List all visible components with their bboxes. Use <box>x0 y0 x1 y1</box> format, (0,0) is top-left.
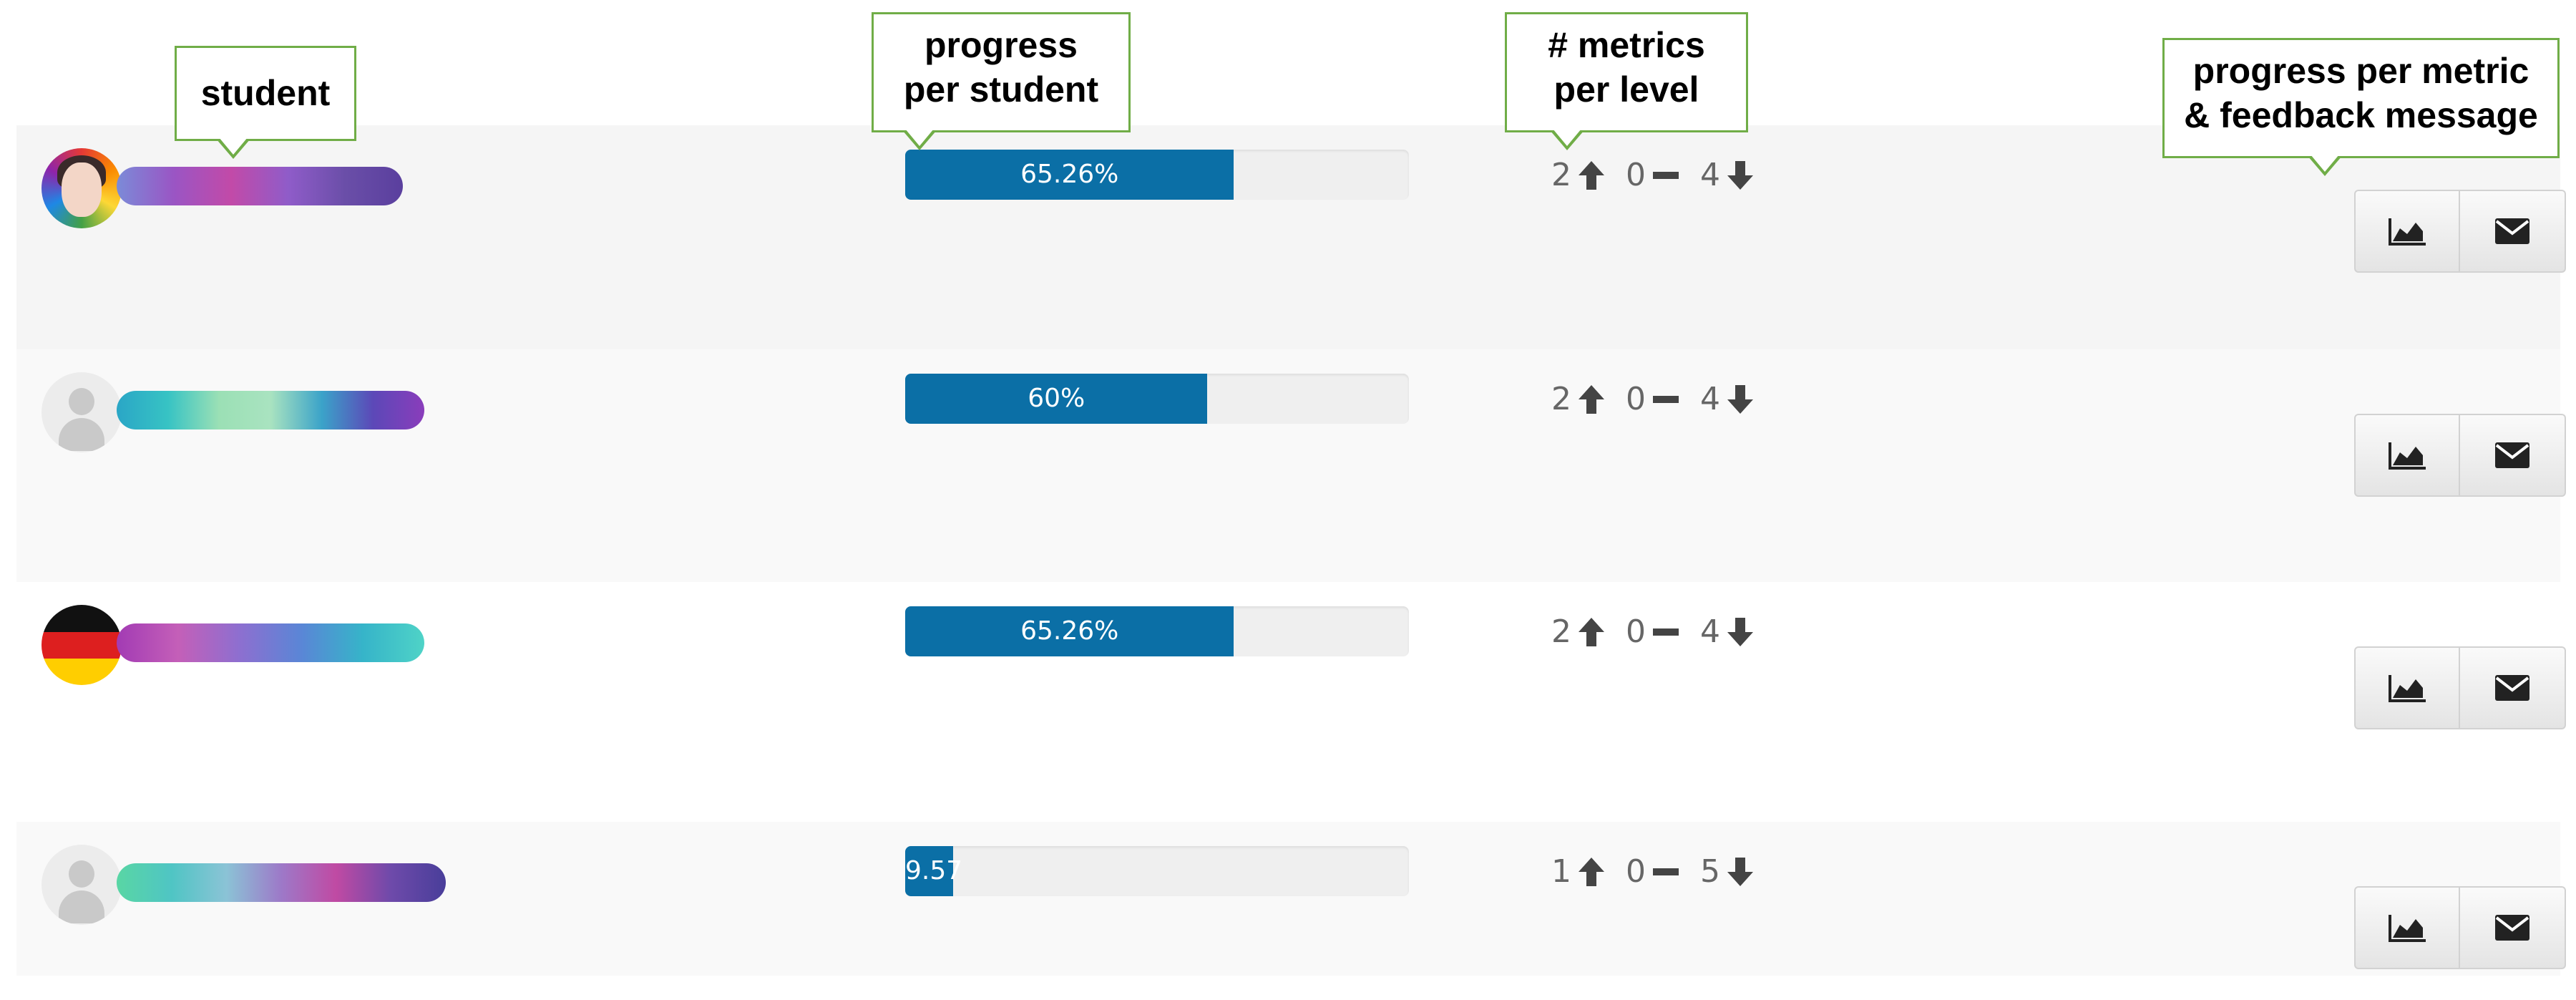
callout-progress-per-student: progress per student <box>872 12 1131 150</box>
feedback-message-button[interactable] <box>2460 646 2566 729</box>
area-chart-icon <box>2389 442 2426 470</box>
metrics-per-level: 2 0 4 <box>1551 157 1775 193</box>
envelope-icon <box>2495 675 2529 701</box>
callout-student-text: student <box>200 73 331 113</box>
student-name-redacted <box>117 863 446 902</box>
metrics-per-level: 2 0 4 <box>1551 613 1775 650</box>
progress-per-metric-button[interactable] <box>2354 190 2460 273</box>
row-actions <box>2354 646 2566 729</box>
progress-fill: 65.26% <box>905 606 1234 656</box>
callout-metrics-line1: # metrics <box>1548 25 1705 65</box>
progress-fill: 9.57 <box>905 846 962 896</box>
minus-icon <box>1653 171 1679 179</box>
metrics-up-count: 2 <box>1551 613 1571 650</box>
metrics-same-count: 0 <box>1626 381 1646 417</box>
student-progress-bar: 60% <box>905 374 1409 424</box>
row-actions <box>2354 414 2566 497</box>
arrow-down-icon <box>1727 857 1753 886</box>
metrics-per-level: 2 0 4 <box>1551 381 1775 417</box>
minus-icon <box>1653 395 1679 403</box>
metrics-up-count: 2 <box>1551 381 1571 417</box>
student-progress-bar: 65.26% <box>905 606 1409 656</box>
callout-metrics-per-level: # metrics per level <box>1505 12 1748 150</box>
metrics-up-count: 2 <box>1551 157 1571 193</box>
arrow-down-icon <box>1727 617 1753 646</box>
row-actions <box>2354 886 2566 969</box>
callout-student: student <box>175 46 356 159</box>
feedback-message-button[interactable] <box>2460 414 2566 497</box>
arrow-up-icon <box>1579 384 1604 414</box>
progress-per-metric-button[interactable] <box>2354 646 2460 729</box>
metrics-up-count: 1 <box>1551 853 1571 890</box>
area-chart-icon <box>2389 675 2426 702</box>
student-name-redacted <box>117 391 424 429</box>
student-name-redacted <box>117 167 403 205</box>
metrics-down-count: 4 <box>1700 613 1720 650</box>
arrow-up-icon <box>1579 857 1604 886</box>
progress-per-metric-button[interactable] <box>2354 886 2460 969</box>
metrics-down-count: 5 <box>1700 853 1720 890</box>
metrics-per-level: 1 0 5 <box>1551 853 1775 890</box>
feedback-message-button[interactable] <box>2460 886 2566 969</box>
minus-icon <box>1653 628 1679 636</box>
callout-metrics-line2: per level <box>1553 69 1699 110</box>
callout-progress-line2: per student <box>903 69 1099 110</box>
callout-progress-per-metric-feedback: progress per metric & feedback message <box>2162 38 2560 176</box>
feedback-message-button[interactable] <box>2460 190 2566 273</box>
student-row: 9.57 1 0 5 <box>16 822 2566 976</box>
student-name-redacted <box>117 623 424 662</box>
envelope-icon <box>2495 218 2529 244</box>
metrics-same-count: 0 <box>1626 853 1646 890</box>
envelope-icon <box>2495 442 2529 468</box>
student-avatar <box>42 605 122 685</box>
student-progress-bar: 9.57 <box>905 846 1409 896</box>
student-row: 60% 2 0 4 <box>16 349 2566 582</box>
metrics-down-count: 4 <box>1700 157 1720 193</box>
area-chart-icon <box>2389 218 2426 246</box>
metrics-down-count: 4 <box>1700 381 1720 417</box>
student-avatar <box>42 148 122 228</box>
callout-progress-line1: progress <box>924 25 1078 65</box>
metrics-same-count: 0 <box>1626 157 1646 193</box>
progress-per-metric-button[interactable] <box>2354 414 2460 497</box>
minus-icon <box>1653 868 1679 875</box>
arrow-down-icon <box>1727 384 1753 414</box>
row-actions <box>2354 190 2566 273</box>
arrow-up-icon <box>1579 617 1604 646</box>
callout-feedback-line2: & feedback message <box>2184 95 2538 135</box>
envelope-icon <box>2495 915 2529 941</box>
metrics-same-count: 0 <box>1626 613 1646 650</box>
callout-feedback-line1: progress per metric <box>2192 51 2529 91</box>
student-avatar <box>42 372 122 452</box>
arrow-up-icon <box>1579 160 1604 190</box>
student-row: 65.26% 2 0 4 <box>16 582 2566 822</box>
area-chart-icon <box>2389 915 2426 942</box>
arrow-down-icon <box>1727 160 1753 190</box>
student-progress-bar: 65.26% <box>905 150 1409 200</box>
student-avatar <box>42 845 122 925</box>
progress-fill: 60% <box>905 374 1208 424</box>
progress-fill: 65.26% <box>905 150 1234 200</box>
student-row: 65.26% 2 0 4 <box>16 125 2566 349</box>
